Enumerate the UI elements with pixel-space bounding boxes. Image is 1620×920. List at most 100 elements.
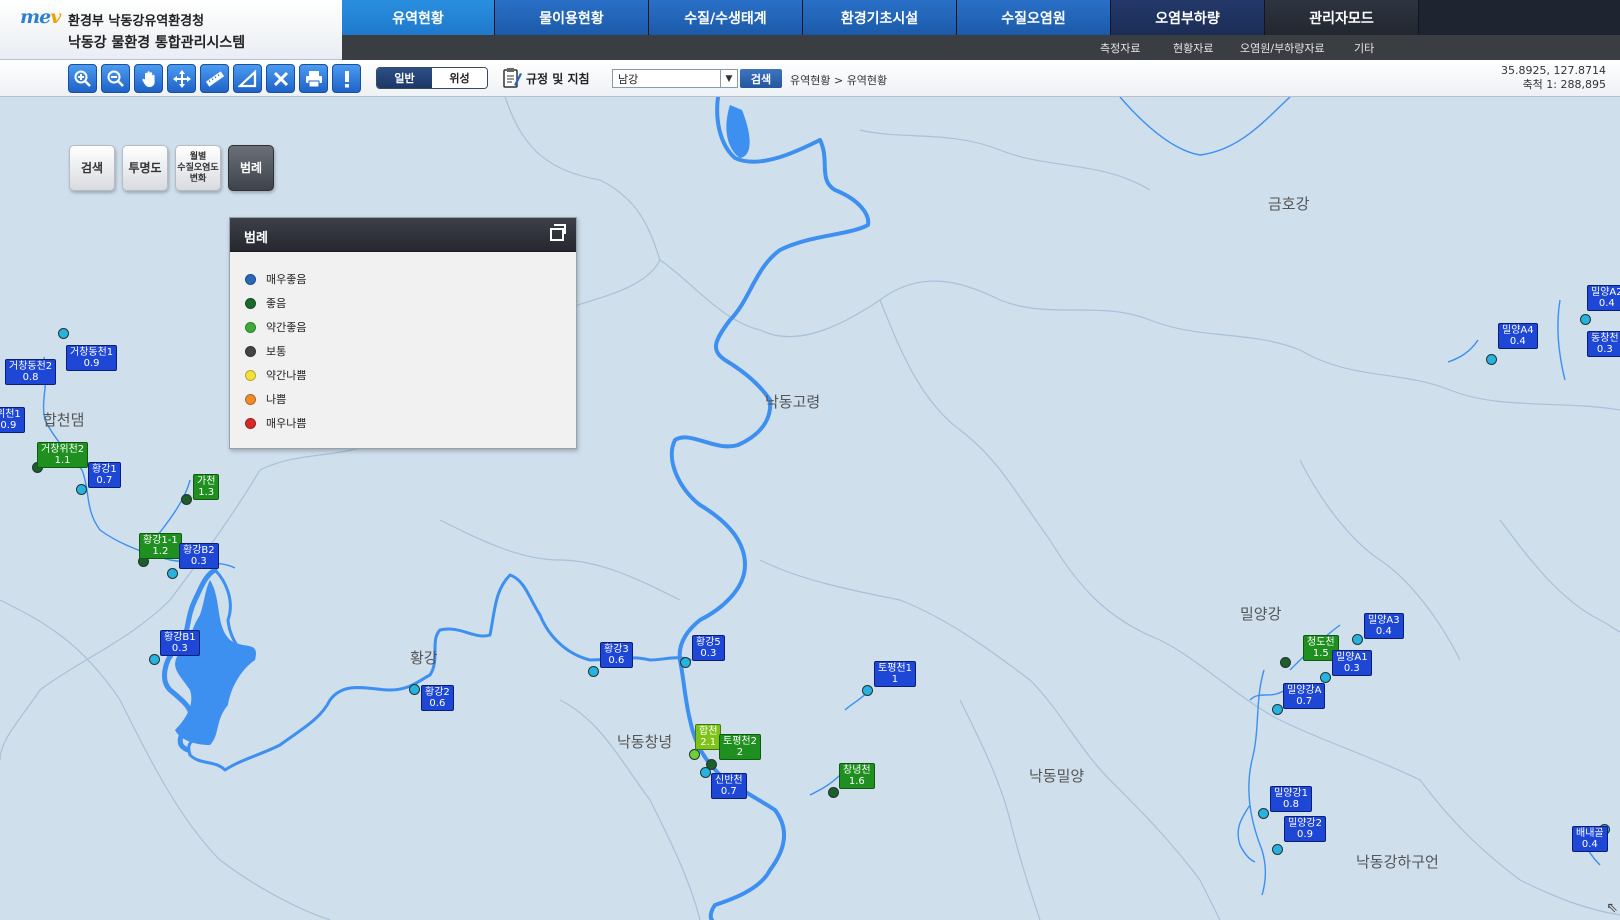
station-marker[interactable] [689,749,700,760]
map-mode-general[interactable]: 일반 [377,68,432,88]
station-marker[interactable] [1352,634,1363,645]
station-value: 0.4 [1509,336,1526,347]
subnav-pollution-load-data[interactable]: 오염원/부하량자료 [1240,40,1325,56]
station-label[interactable]: 신반천 0.7 [711,773,747,799]
station-marker[interactable] [1272,704,1283,715]
nav-tab-4[interactable]: 수질오염원 [957,0,1111,35]
measure-distance-button[interactable] [200,64,229,93]
system-name: 낙동강 물환경 통합관리시스템 [68,35,246,51]
map-search-panel-button[interactable]: 검색 [69,145,115,191]
subnav-etc[interactable]: 기타 [1354,40,1374,56]
station-label[interactable]: 밀양강2 0.9 [1284,816,1326,842]
station-label[interactable]: 위천1 0.9 [0,407,25,433]
station-label[interactable]: 동창천 0.3 [1587,331,1620,357]
station-marker[interactable] [700,767,711,778]
station-label[interactable]: 황강B2 0.3 [179,543,219,569]
station-name: 밀양강A [1287,685,1322,696]
print-icon [305,70,322,87]
station-label[interactable]: 합천 2.1 [695,724,722,750]
search-button[interactable]: 검색 [740,69,782,88]
station-name: 배내골 [1576,828,1604,839]
station-label[interactable]: 황강B1 0.3 [160,630,200,656]
map-view[interactable]: 금호강 낙동고령 합천댐 황강 낙동창녕 밀양강 낙동밀양 낙동강하구언 검색 … [0,97,1620,920]
station-label[interactable]: 밀양A1 0.3 [1332,650,1372,676]
station-name: 황강5 [696,637,721,648]
monthly-pollution-change-button[interactable]: 월별 수질오염도 변화 [175,145,221,191]
station-label[interactable]: 토평천1 1 [874,661,916,687]
station-marker[interactable] [76,484,87,495]
nav-tab-2[interactable]: 수질/수생태계 [649,0,803,35]
rules-guidelines-link[interactable]: 규정 및 지침 [502,67,590,89]
station-label[interactable]: 배내골 0.4 [1572,826,1608,852]
station-label[interactable]: 황강1-1 1.2 [139,533,182,559]
station-value: 1.6 [848,776,865,787]
station-label[interactable]: 거창동천1 0.9 [66,345,118,371]
station-value: 0.3 [700,648,717,659]
station-marker[interactable] [1580,314,1591,325]
zoom-out-button[interactable] [101,64,130,93]
info-button[interactable] [332,64,361,93]
station-name: 거창위천2 [41,444,85,455]
station-marker[interactable] [1258,808,1269,819]
station-label[interactable]: 거창동천2 0.8 [5,359,57,385]
coordinate-readout: 35.8925, 127.8714 축척 1: 288,895 [1501,64,1606,92]
station-name: 밀양강1 [1274,788,1308,799]
region-select[interactable]: 남강 ▼ [612,69,738,88]
subnav-measure-data[interactable]: 측정자료 [1100,40,1140,56]
station-label[interactable]: 밀양A2 0.4 [1587,285,1620,311]
station-marker[interactable] [149,654,160,665]
station-label[interactable]: 황강3 0.6 [600,642,633,668]
legend-swatch [245,273,256,285]
station-label[interactable]: 거창위천2 1.1 [37,442,89,468]
station-name: 밀양강2 [1288,818,1322,829]
legend-toggle-button[interactable]: 범례 [228,145,274,191]
station-label[interactable]: 밀양A3 0.4 [1364,613,1404,639]
station-marker[interactable] [1272,844,1283,855]
transparency-button[interactable]: 투명도 [122,145,168,191]
nav-tab-6[interactable]: 관리자모드 [1265,0,1419,35]
station-name: 신반천 [715,775,743,786]
legend-label: 약간나쁨 [266,369,307,382]
measure-area-button[interactable] [233,64,262,93]
station-label[interactable]: 밀양강A 0.7 [1283,683,1326,709]
zoom-in-button[interactable] [68,64,97,93]
monthly-pollution-change-label: 월별 수질오염도 변화 [177,152,218,185]
move-button[interactable] [167,64,196,93]
station-marker[interactable] [1320,672,1331,683]
subnav-status-data[interactable]: 현황자료 [1173,40,1213,56]
nav-tab-0[interactable]: 유역현황 [342,0,495,35]
clear-button[interactable] [266,64,295,93]
station-label[interactable]: 가천 1.3 [193,474,220,500]
station-label[interactable]: 밀양강1 0.8 [1270,786,1312,812]
station-value: 1 [891,674,899,685]
station-label[interactable]: 토평천2 2 [719,734,761,760]
logo[interactable]: mev 환경부 낙동강유역환경청 낙동강 물환경 통합관리시스템 [0,0,342,60]
station-marker[interactable] [680,657,691,668]
nav-tab-5[interactable]: 오염부하량 [1111,0,1265,35]
station-marker[interactable] [409,684,420,695]
station-marker[interactable] [58,328,69,339]
print-button[interactable] [299,64,328,93]
station-marker[interactable] [167,568,178,579]
station-label[interactable]: 황강2 0.6 [421,685,454,711]
station-label[interactable]: 창녕천 1.6 [839,763,875,789]
legend-swatch [245,345,256,357]
station-label[interactable]: 밀양A4 0.4 [1498,323,1538,349]
legend-minimize-icon[interactable] [550,224,566,241]
station-marker[interactable] [1280,657,1291,668]
station-label[interactable]: 황강1 0.7 [88,462,121,488]
station-marker[interactable] [862,685,873,696]
station-marker[interactable] [1486,354,1497,365]
station-marker[interactable] [181,494,192,505]
station-marker[interactable] [588,666,599,677]
legend-label: 좋음 [266,297,287,310]
nav-tab-1[interactable]: 물이용현황 [495,0,649,35]
pan-button[interactable] [134,64,163,93]
station-name: 토평천2 [723,736,757,747]
legend-item: 좋음 [245,295,286,311]
legend-swatch [245,369,256,381]
station-marker[interactable] [828,787,839,798]
map-mode-satellite[interactable]: 위성 [432,68,487,88]
station-label[interactable]: 황강5 0.3 [692,635,725,661]
nav-tab-3[interactable]: 환경기초시설 [803,0,957,35]
